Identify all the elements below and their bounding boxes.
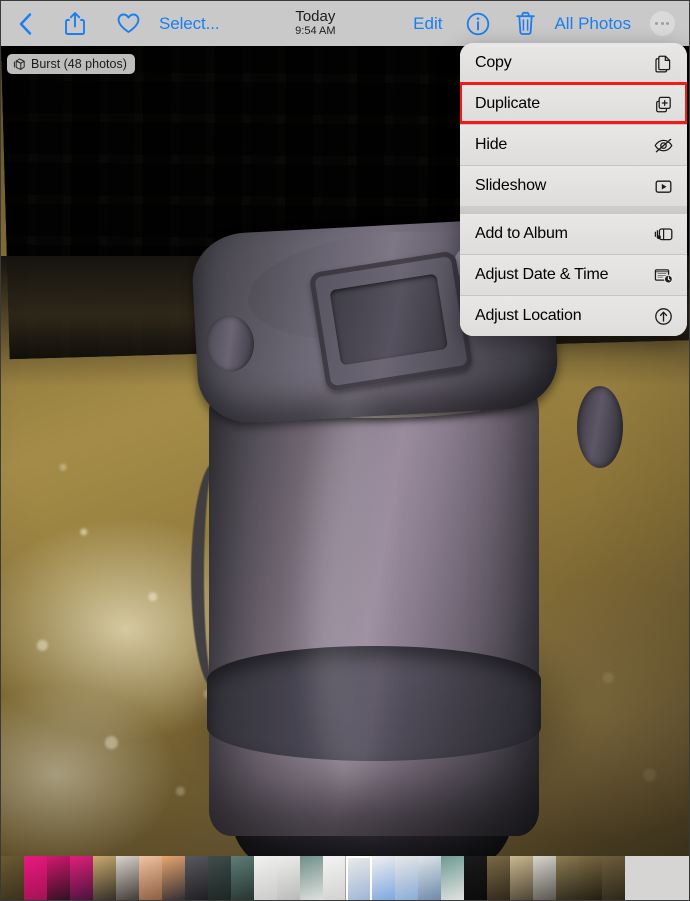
delete-button[interactable] [500,1,550,46]
more-options-button[interactable] [635,1,689,46]
filmstrip-thumb[interactable] [510,856,533,900]
filmstrip-thumb[interactable] [24,856,47,900]
filmstrip-thumb[interactable] [254,856,277,900]
filmstrip-thumb[interactable] [395,856,418,900]
filmstrip-thumb[interactable] [185,856,208,900]
menu-item-label: Hide [475,136,508,153]
filmstrip-empty-area [625,856,689,900]
filmstrip-thumb[interactable] [579,856,602,900]
burst-badge-label: Burst (48 photos) [31,57,127,71]
filmstrip-thumb[interactable] [208,856,231,900]
filmstrip-thumb[interactable] [372,856,395,900]
filmstrip-thumb[interactable] [533,856,556,900]
menu-item-adjust-location[interactable]: Adjust Location [460,296,687,336]
share-icon [65,11,85,36]
filmstrip-thumb-selected[interactable] [346,856,372,900]
ellipsis-circle-icon [649,11,675,36]
filmstrip-thumb[interactable] [464,856,487,900]
eye-slash-icon [652,136,674,155]
duplicate-icon [652,95,674,114]
menu-item-label: Copy [475,54,512,71]
menu-item-label: Duplicate [475,95,540,112]
filmstrip-thumb[interactable] [93,856,116,900]
album-icon [652,226,674,243]
filmstrip-thumb[interactable] [277,856,300,900]
menu-item-label: Add to Album [475,225,568,242]
heart-icon [117,13,140,34]
copy-icon [652,54,674,73]
edit-button[interactable]: Edit [407,1,448,46]
trash-icon [515,11,536,36]
all-photos-label: All Photos [554,13,631,33]
photo-timestamp: 9:54 AM [295,25,336,38]
filmstrip-thumb[interactable] [1,856,24,900]
filmstrip-thumb[interactable] [116,856,139,900]
filmstrip-thumb[interactable] [418,856,441,900]
filmstrip-thumb[interactable] [323,856,346,900]
filmstrip-thumb[interactable] [487,856,510,900]
filmstrip-thumb[interactable] [441,856,464,900]
all-photos-button[interactable]: All Photos [550,1,635,46]
menu-item-hide[interactable]: Hide [460,125,687,165]
favorite-button[interactable] [101,1,155,46]
back-button[interactable] [1,1,49,46]
chevron-left-icon [19,12,32,35]
photo-filmstrip[interactable] [1,856,689,900]
menu-item-add-to-album[interactable]: Add to Album [460,214,687,254]
filmstrip-thumb[interactable] [162,856,185,900]
calendar-clock-icon [652,266,674,284]
menu-item-label: Adjust Location [475,307,582,324]
filmstrip-thumb[interactable] [602,856,625,900]
context-menu: Copy Duplicate Hide Slideshow Add to Alb… [460,43,687,336]
page-title: Today [295,7,336,25]
menu-item-label: Slideshow [475,177,547,194]
share-button[interactable] [49,1,101,46]
play-rectangle-icon [652,178,674,195]
select-button[interactable]: Select... [155,1,224,46]
photo-title-block: Today 9:54 AM [224,7,408,38]
info-button[interactable] [456,1,500,46]
edit-label: Edit [413,13,443,33]
filmstrip-thumb[interactable] [139,856,162,900]
select-label: Select... [159,13,220,33]
menu-item-copy[interactable]: Copy [460,43,687,83]
status-badge[interactable]: Burst (48 photos) [7,54,135,74]
filmstrip-thumb[interactable] [556,856,579,900]
filmstrip-thumb[interactable] [70,856,93,900]
location-arrow-circle-icon [652,307,674,326]
menu-item-duplicate[interactable]: Duplicate [460,84,687,124]
filmstrip-thumb[interactable] [231,856,254,900]
menu-item-adjust-date-time[interactable]: Adjust Date & Time [460,255,687,295]
menu-group-separator [460,206,687,214]
menu-item-slideshow[interactable]: Slideshow [460,166,687,206]
burst-stack-icon [13,57,27,71]
filmstrip-thumb[interactable] [47,856,70,900]
photos-app-screen: Select... Today 9:54 AM Edit All Photos … [0,0,690,901]
top-toolbar: Select... Today 9:54 AM Edit All Photos [1,1,689,46]
filmstrip-thumb[interactable] [300,856,323,900]
menu-item-label: Adjust Date & Time [475,266,609,283]
info-circle-icon [466,12,490,36]
